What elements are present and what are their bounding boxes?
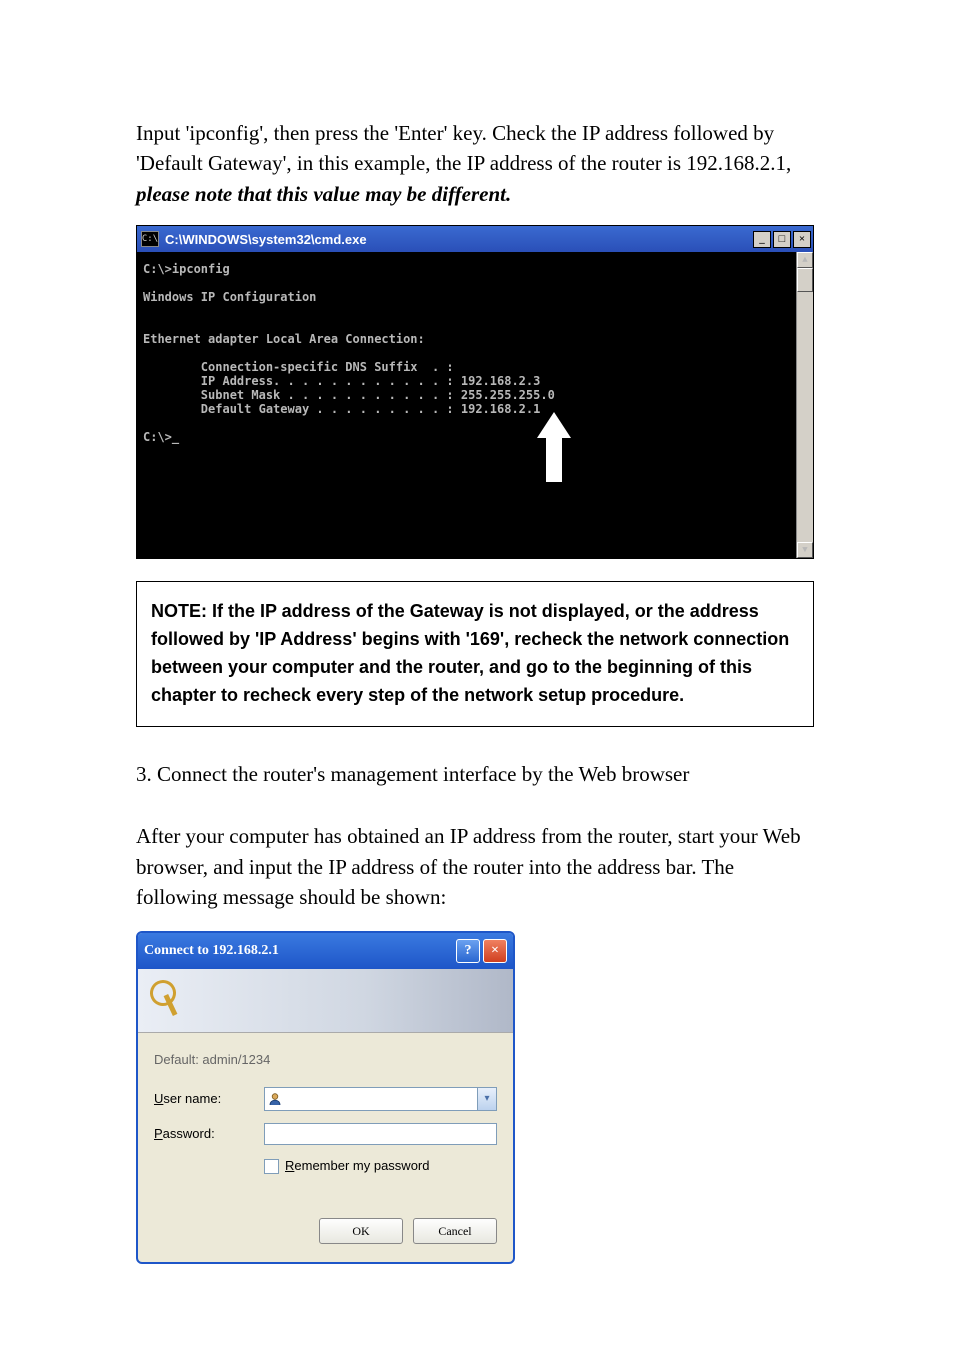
credentials-hint: Default: admin/1234 bbox=[154, 1051, 497, 1070]
password-label: Password: bbox=[154, 1125, 264, 1144]
remember-label: Remember my password bbox=[285, 1157, 430, 1176]
user-icon bbox=[265, 1088, 285, 1110]
username-value bbox=[285, 1088, 477, 1110]
annotation-arrow-icon bbox=[537, 412, 571, 482]
dialog-title: Connect to 192.168.2.1 bbox=[144, 943, 456, 959]
scrollbar[interactable]: ▲ ▼ bbox=[796, 252, 813, 558]
after-paragraph: After your computer has obtained an IP a… bbox=[136, 821, 814, 912]
cancel-button[interactable]: Cancel bbox=[413, 1218, 497, 1244]
username-field[interactable]: ▾ bbox=[264, 1087, 497, 1111]
dialog-banner bbox=[138, 969, 513, 1033]
close-button[interactable]: × bbox=[793, 231, 811, 248]
auth-dialog: Connect to 192.168.2.1 ? × Default: admi… bbox=[136, 931, 515, 1265]
scroll-down-button[interactable]: ▼ bbox=[797, 542, 813, 558]
maximize-button[interactable]: □ bbox=[773, 231, 791, 248]
remember-checkbox[interactable] bbox=[264, 1159, 279, 1174]
keys-icon bbox=[150, 980, 184, 1020]
intro-paragraph: Input 'ipconfig', then press the 'Enter'… bbox=[136, 118, 814, 209]
username-label: User name: bbox=[154, 1090, 264, 1109]
step-3-heading: 3. Connect the router's management inter… bbox=[136, 759, 814, 789]
intro-text: Input 'ipconfig', then press the 'Enter'… bbox=[136, 121, 791, 175]
scroll-thumb[interactable] bbox=[797, 268, 813, 292]
cmd-window: C:\ C:\WINDOWS\system32\cmd.exe _ □ × C:… bbox=[136, 225, 814, 559]
note-text: NOTE: If the IP address of the Gateway i… bbox=[151, 601, 789, 705]
cmd-prompt-icon: C:\ bbox=[141, 231, 159, 247]
dialog-titlebar: Connect to 192.168.2.1 ? × bbox=[138, 933, 513, 969]
ok-button[interactable]: OK bbox=[319, 1218, 403, 1244]
dialog-close-button[interactable]: × bbox=[483, 939, 507, 963]
cmd-output: C:\>ipconfig Windows IP Configuration Et… bbox=[143, 262, 813, 444]
intro-emphasis: please note that this value may be diffe… bbox=[136, 182, 511, 206]
cmd-window-title: C:\WINDOWS\system32\cmd.exe bbox=[165, 232, 753, 247]
help-button[interactable]: ? bbox=[456, 939, 480, 963]
password-field[interactable] bbox=[264, 1123, 497, 1145]
scroll-up-button[interactable]: ▲ bbox=[797, 252, 813, 268]
chevron-down-icon[interactable]: ▾ bbox=[477, 1088, 496, 1110]
cmd-output-area: C:\>ipconfig Windows IP Configuration Et… bbox=[137, 252, 813, 558]
minimize-button[interactable]: _ bbox=[753, 231, 771, 248]
note-box: NOTE: If the IP address of the Gateway i… bbox=[136, 581, 814, 727]
cmd-titlebar: C:\ C:\WINDOWS\system32\cmd.exe _ □ × bbox=[137, 226, 813, 252]
